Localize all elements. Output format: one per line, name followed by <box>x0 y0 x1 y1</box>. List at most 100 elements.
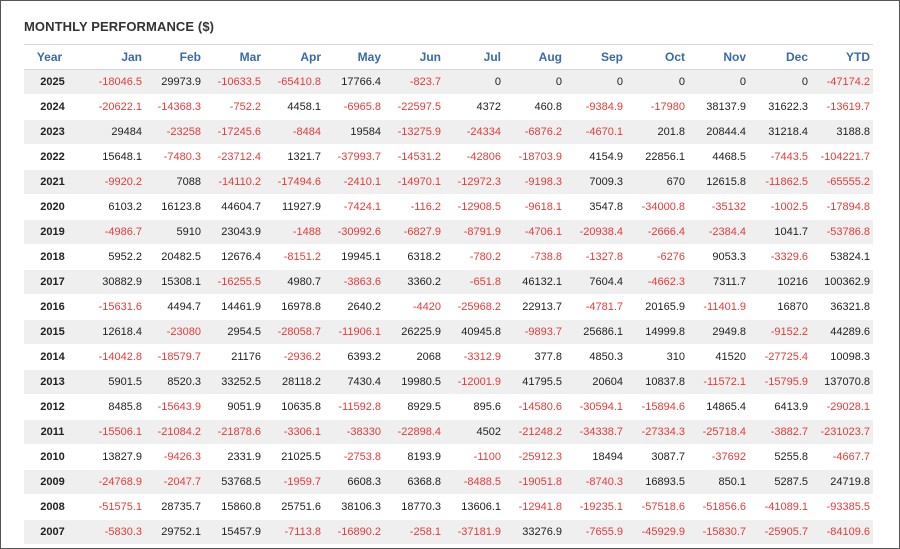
value-cell-jun: -13275.9 <box>384 119 444 145</box>
value-cell-jun: -6827.9 <box>384 219 444 245</box>
value-cell-jan: 5952.2 <box>75 244 145 270</box>
value-cell-sep: -19235.1 <box>565 494 626 520</box>
value-cell-mar: 53768.5 <box>204 469 264 495</box>
value-cell-aug: 46132.1 <box>504 269 565 295</box>
value-cell-jan: 15648.1 <box>75 144 145 170</box>
value-cell-nov: 9053.3 <box>688 244 749 270</box>
table-row: 2014 -14042.8 -18579.7 21176 -2936.2 6393.2 20… <box>24 344 873 370</box>
value-cell-jan: -20622.1 <box>75 94 145 120</box>
value-cell-oct: 14999.8 <box>626 319 688 345</box>
value-cell-ytd: -29028.1 <box>811 394 873 420</box>
value-cell-apr: 4458.1 <box>264 94 324 120</box>
year-cell: 2014 <box>24 344 75 370</box>
value-cell-jun: 2068 <box>384 344 444 370</box>
value-cell-nov: 0 <box>688 69 749 95</box>
value-cell-jun: -14970.1 <box>384 169 444 195</box>
value-cell-jul: 13606.1 <box>444 494 504 520</box>
value-cell-aug: -18703.9 <box>504 144 565 170</box>
value-cell-aug: -9618.1 <box>504 194 565 220</box>
year-cell: 2010 <box>24 444 75 470</box>
value-cell-oct: -34000.8 <box>626 194 688 220</box>
year-cell: 2012 <box>24 394 75 420</box>
table-header: Year Jan Feb Mar Apr May Jun Jul Aug Sep Oct Nov Dec… <box>24 44 873 70</box>
value-cell-dec: 0 <box>749 69 811 95</box>
value-cell-jun: 8193.9 <box>384 444 444 470</box>
value-cell-mar: -752.2 <box>204 94 264 120</box>
value-cell-jun: -22898.4 <box>384 419 444 445</box>
value-cell-jul: -25968.2 <box>444 294 504 320</box>
year-cell: 2011 <box>24 419 75 445</box>
value-cell-dec: -27725.4 <box>749 344 811 370</box>
value-cell-feb: -9426.3 <box>145 444 204 470</box>
value-cell-jul: 40945.8 <box>444 319 504 345</box>
value-cell-jun: 26225.9 <box>384 319 444 345</box>
table-row: 2013 5901.5 8520.3 33252.5 28118.2 7430.4 1998… <box>24 369 873 395</box>
value-cell-mar: -14110.2 <box>204 169 264 195</box>
value-cell-apr: -28058.7 <box>264 319 324 345</box>
value-cell-jun: -116.2 <box>384 194 444 220</box>
value-cell-oct: 20165.9 <box>626 294 688 320</box>
value-cell-jan: -51575.1 <box>75 494 145 520</box>
year-cell: 2021 <box>24 169 75 195</box>
table-row: 2007 -5830.3 29752.1 15457.9 -7113.8 -16890.2… <box>24 519 873 545</box>
value-cell-sep: 7009.3 <box>565 169 626 195</box>
column-header-oct: Oct <box>626 44 688 70</box>
value-cell-mar: 12676.4 <box>204 244 264 270</box>
value-cell-ytd: -53786.8 <box>811 219 873 245</box>
value-cell-jul: -8791.9 <box>444 219 504 245</box>
value-cell-feb: 29973.9 <box>145 69 204 95</box>
value-cell-nov: -11401.9 <box>688 294 749 320</box>
value-cell-sep: 18494 <box>565 444 626 470</box>
value-cell-dec: 31622.3 <box>749 94 811 120</box>
value-cell-jan: -4986.7 <box>75 219 145 245</box>
value-cell-feb: -2047.7 <box>145 469 204 495</box>
table-row: 2017 30882.9 15308.1 -16255.5 4980.7 -3863.6 3… <box>24 269 873 295</box>
table-row: 2025 -18046.5 29973.9 -10633.5 -65410.8 17766… <box>24 69 873 95</box>
value-cell-apr: -17494.6 <box>264 169 324 195</box>
value-cell-apr: -1959.7 <box>264 469 324 495</box>
value-cell-jun: 6368.8 <box>384 469 444 495</box>
value-cell-nov: -37692 <box>688 444 749 470</box>
value-cell-apr: -3306.1 <box>264 419 324 445</box>
column-header-apr: Apr <box>264 44 324 70</box>
value-cell-oct: -2666.4 <box>626 219 688 245</box>
year-cell: 2019 <box>24 219 75 245</box>
performance-table: Year Jan Feb Mar Apr May Jun Jul Aug Sep Oct Nov Dec… <box>24 44 873 545</box>
value-cell-ytd: 24719.8 <box>811 469 873 495</box>
value-cell-feb: -21084.2 <box>145 419 204 445</box>
value-cell-mar: 23043.9 <box>204 219 264 245</box>
table-row: 2021 -9920.2 7088 -14110.2 -17494.6 -2410.1 -1… <box>24 169 873 195</box>
value-cell-nov: 850.1 <box>688 469 749 495</box>
value-cell-nov: 20844.4 <box>688 119 749 145</box>
value-cell-dec: -15795.9 <box>749 369 811 395</box>
value-cell-sep: 4850.3 <box>565 344 626 370</box>
value-cell-sep: 7604.4 <box>565 269 626 295</box>
value-cell-ytd: 3188.8 <box>811 119 873 145</box>
value-cell-dec: -7443.5 <box>749 144 811 170</box>
value-cell-aug: -19051.8 <box>504 469 565 495</box>
value-cell-feb: 15308.1 <box>145 269 204 295</box>
value-cell-jan: 6103.2 <box>75 194 145 220</box>
column-header-may: May <box>324 44 384 70</box>
value-cell-aug: 22913.7 <box>504 294 565 320</box>
value-cell-dec: -25905.7 <box>749 519 811 545</box>
year-cell: 2018 <box>24 244 75 270</box>
value-cell-sep: -9384.9 <box>565 94 626 120</box>
value-cell-jun: -258.1 <box>384 519 444 545</box>
value-cell-jun: -4420 <box>384 294 444 320</box>
value-cell-oct: 3087.7 <box>626 444 688 470</box>
value-cell-jul: -12908.5 <box>444 194 504 220</box>
value-cell-aug: 41795.5 <box>504 369 565 395</box>
value-cell-nov: -11572.1 <box>688 369 749 395</box>
value-cell-feb: 8520.3 <box>145 369 204 395</box>
value-cell-sep: 4154.9 <box>565 144 626 170</box>
value-cell-jan: 5901.5 <box>75 369 145 395</box>
value-cell-ytd: 100362.9 <box>811 269 873 295</box>
value-cell-mar: 2331.9 <box>204 444 264 470</box>
value-cell-nov: -51856.6 <box>688 494 749 520</box>
value-cell-nov: 14865.4 <box>688 394 749 420</box>
column-header-ytd: YTD <box>811 44 873 70</box>
value-cell-oct: 310 <box>626 344 688 370</box>
value-cell-aug: -9893.7 <box>504 319 565 345</box>
value-cell-feb: 7088 <box>145 169 204 195</box>
